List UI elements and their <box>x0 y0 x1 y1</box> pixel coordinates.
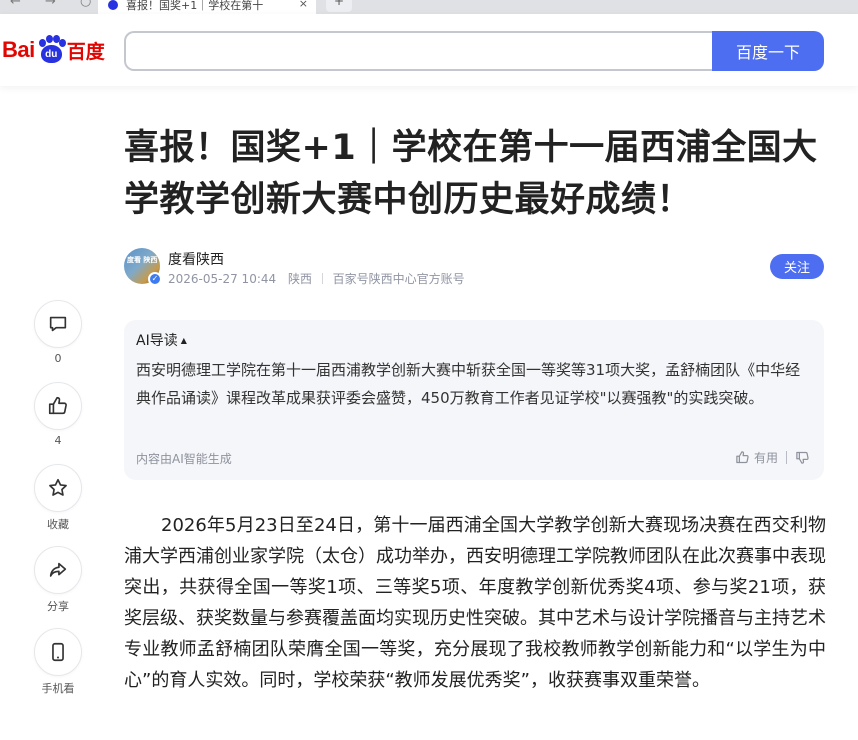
comment-button[interactable] <box>34 300 82 348</box>
mobile-view-action[interactable]: 手机看 <box>34 628 82 696</box>
useful-label: 有用 <box>753 451 778 465</box>
ai-generated-note: 内容由AI智能生成 <box>136 452 232 466</box>
share-button[interactable] <box>34 546 82 594</box>
feedback-divider <box>786 451 787 464</box>
paw-icon: du <box>36 35 66 65</box>
share-icon <box>49 562 67 577</box>
logo-text-bai: Bai <box>2 37 35 62</box>
phone-icon <box>52 642 64 662</box>
ai-summary-heading: AI导读 <box>136 333 178 349</box>
logo-text-baidu-cn: 百度 <box>66 40 105 63</box>
ai-summary-text: 西安明德理工学院在第十一届西浦教学创新大赛中斩获全国一等奖等31项大奖，孟舒楠团… <box>136 361 801 407</box>
browser-tab-title: 喜报！国奖+1｜学校在第十 <box>126 0 264 12</box>
tab-close-icon[interactable]: × <box>299 0 308 10</box>
comment-icon <box>49 316 67 332</box>
baidu-logo[interactable]: Bai du 百度 <box>2 34 105 66</box>
search-input[interactable] <box>126 33 712 69</box>
like-action[interactable]: 4 <box>34 382 82 447</box>
author-name[interactable]: 度看陕西 <box>168 249 224 269</box>
paw-toe <box>58 39 66 47</box>
thumbs-down-icon <box>796 451 809 464</box>
baidu-favicon-icon <box>108 0 118 10</box>
search-button[interactable]: 百度一下 <box>712 31 824 71</box>
follow-button[interactable]: 关注 <box>770 254 824 279</box>
meta-divider <box>321 273 323 284</box>
publish-datetime: 2026-05-27 10:44 <box>168 272 277 286</box>
thumbs-up-icon <box>48 396 67 415</box>
star-icon <box>49 478 67 496</box>
useful-button[interactable]: 有用 <box>735 449 778 466</box>
mobile-view-label: 手机看 <box>41 682 75 695</box>
favorite-label: 收藏 <box>47 518 69 531</box>
comment-action[interactable]: 0 <box>34 300 82 365</box>
comment-count: 0 <box>54 352 62 365</box>
site-header: Bai du 百度 百度一下 <box>0 14 858 86</box>
avatar-text: 度看 陕西 <box>127 256 158 264</box>
thumbs-up-icon <box>736 451 749 464</box>
caret-up-icon: ▲ <box>180 336 187 345</box>
browser-nav-buttons[interactable]: ← → ○ <box>10 0 101 9</box>
browser-tab-strip: ← → ○ 喜报！国奖+1｜学校在第十 × + <box>0 0 858 14</box>
mobile-view-button[interactable] <box>34 628 82 676</box>
browser-tab[interactable]: 喜报！国奖+1｜学校在第十 × <box>98 0 316 14</box>
logo-text-du: du <box>40 45 62 63</box>
article-paragraph: 2026年5月23日至24日，第十一届西浦全国大学教学创新大赛现场决赛在西交利物… <box>124 515 826 691</box>
not-useful-button[interactable] <box>795 450 810 465</box>
author-avatar[interactable]: 度看 陕西 ✓ <box>124 248 162 286</box>
article-title: 喜报！国奖+1｜学校在第十一届西浦全国大学教学创新大赛中创历史最好成绩！ <box>124 128 818 220</box>
like-count: 4 <box>54 434 62 447</box>
verified-badge-icon: ✓ <box>148 272 162 286</box>
share-label: 分享 <box>47 600 69 613</box>
author-meta: 2026-05-27 10:44 陕西 百家号陕西中心官方账号 <box>168 270 465 287</box>
like-button[interactable] <box>34 382 82 430</box>
paw-toe <box>45 35 53 43</box>
ai-feedback: 有用 <box>735 449 810 466</box>
search-box <box>124 31 712 71</box>
favorite-button[interactable] <box>34 464 82 512</box>
publish-location: 陕西 <box>287 272 312 286</box>
share-action[interactable]: 分享 <box>34 546 82 614</box>
ai-summary-card: AI导读 ▲ 西安明德理工学院在第十一届西浦教学创新大赛中斩获全国一等奖等31项大… <box>124 320 824 480</box>
new-tab-button[interactable]: + <box>326 0 352 12</box>
favorite-action[interactable]: 收藏 <box>34 464 82 532</box>
account-description: 百家号陕西中心官方账号 <box>332 272 465 286</box>
ai-summary-toggle[interactable]: AI导读 ▲ <box>136 330 187 350</box>
